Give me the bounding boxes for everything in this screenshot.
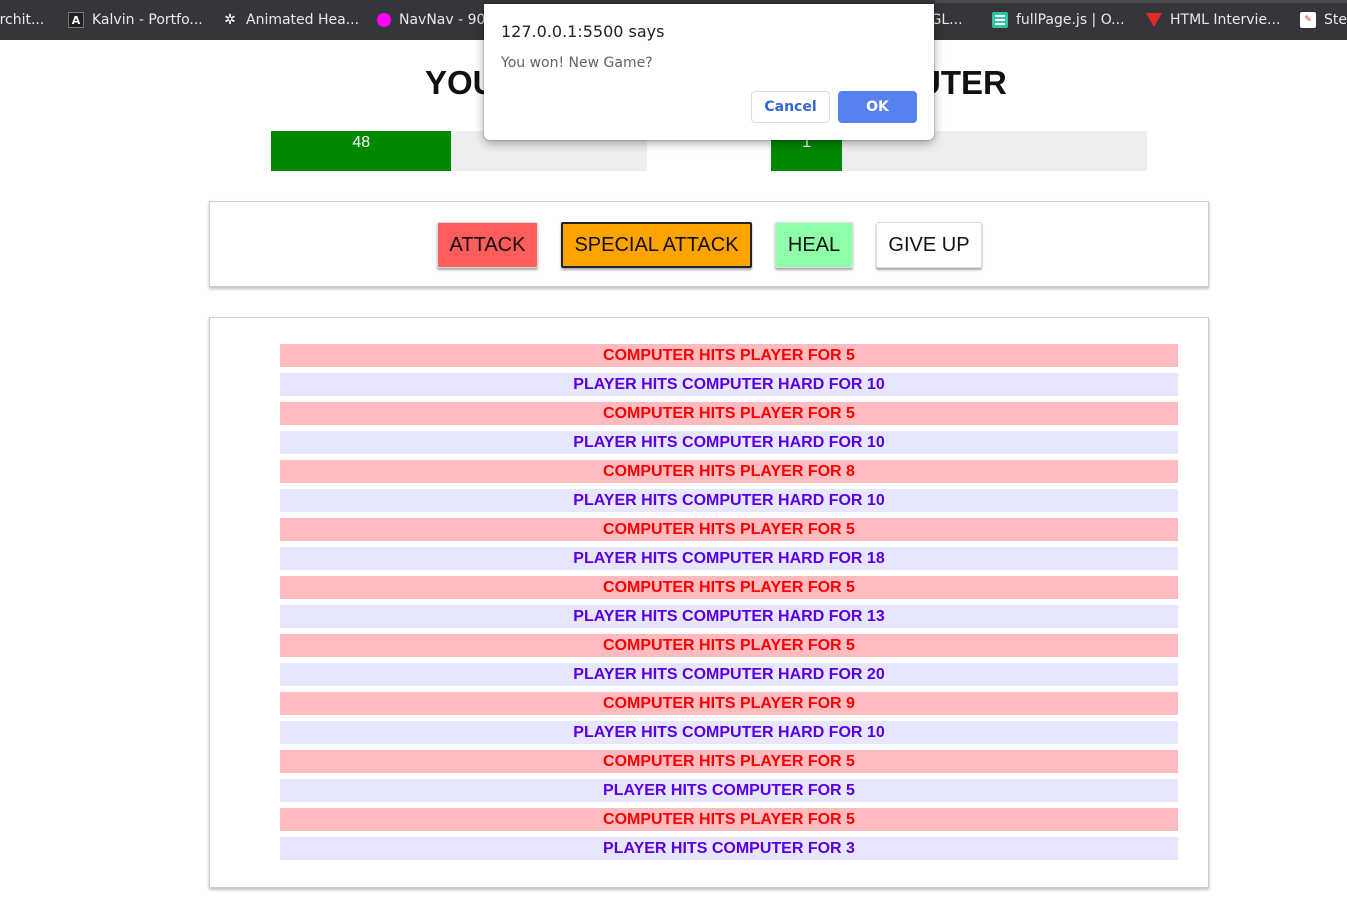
log-entry: COMPUTER HITS PLAYER FOR 8 (280, 460, 1178, 483)
attack-button[interactable]: ATTACK (437, 222, 538, 268)
log-entry: COMPUTER HITS PLAYER FOR 5 (280, 576, 1178, 599)
bookmark-label: HTML Intervie... (1170, 12, 1281, 28)
log-entry: COMPUTER HITS PLAYER FOR 5 (280, 634, 1178, 657)
battle-log-list: COMPUTER HITS PLAYER FOR 5 PLAYER HITS CO… (280, 344, 1178, 866)
bookmark-label: Ste (1324, 12, 1347, 28)
heal-button[interactable]: HEAL (775, 222, 853, 268)
dialog-ok-button[interactable]: OK (838, 91, 917, 123)
log-entry: PLAYER HITS COMPUTER HARD FOR 10 (280, 373, 1178, 396)
bookmark-animated-headers[interactable]: ✲ Animated Hea... (222, 0, 359, 40)
log-entry: PLAYER HITS COMPUTER HARD FOR 10 (280, 431, 1178, 454)
log-entry: PLAYER HITS COMPUTER FOR 3 (280, 837, 1178, 860)
give-up-button[interactable]: GIVE UP (876, 222, 982, 268)
bookmark-ste[interactable]: ✎ Ste (1300, 0, 1347, 40)
bookmark-fullpage[interactable]: fullPage.js | O... (992, 0, 1125, 40)
bookmark-label: Archit... (0, 12, 45, 28)
fullpage-logo-icon (992, 12, 1008, 28)
red-triangle-icon (1146, 13, 1162, 27)
dialog-message: You won! New Game? (501, 55, 653, 71)
special-attack-button[interactable]: SPECIAL ATTACK (561, 222, 752, 268)
bookmark-label: Animated Hea... (246, 12, 360, 28)
controls-panel: ATTACK SPECIAL ATTACK HEAL GIVE UP (209, 201, 1209, 287)
magenta-dot-icon (377, 13, 391, 27)
log-entry: PLAYER HITS COMPUTER HARD FOR 20 (280, 663, 1178, 686)
player-health-fill: 48 (271, 131, 452, 171)
battle-log-panel: COMPUTER HITS PLAYER FOR 5 PLAYER HITS CO… (209, 317, 1209, 888)
log-entry: COMPUTER HITS PLAYER FOR 5 (280, 518, 1178, 541)
log-entry: COMPUTER HITS PLAYER FOR 5 (280, 402, 1178, 425)
log-entry: COMPUTER HITS PLAYER FOR 5 (280, 750, 1178, 773)
alert-dialog: 127.0.0.1:5500 says You won! New Game? C… (484, 4, 934, 140)
dialog-cancel-button[interactable]: Cancel (751, 91, 830, 123)
bookmark-label: fullPage.js | O... (1016, 12, 1125, 28)
bookmark-kalvin-portfolio[interactable]: A Kalvin - Portfo... (68, 0, 203, 40)
bookmark-html-interview[interactable]: HTML Intervie... (1146, 0, 1280, 40)
site-favicon-icon: ✎ (1300, 12, 1316, 28)
log-entry: COMPUTER HITS PLAYER FOR 5 (280, 344, 1178, 367)
bookmark-label: Kalvin - Portfo... (92, 12, 203, 28)
bookmark-archit[interactable]: Archit... (0, 0, 44, 40)
log-entry: PLAYER HITS COMPUTER HARD FOR 10 (280, 489, 1178, 512)
log-entry: PLAYER HITS COMPUTER HARD FOR 13 (280, 605, 1178, 628)
log-entry: PLAYER HITS COMPUTER HARD FOR 10 (280, 721, 1178, 744)
dialog-title: 127.0.0.1:5500 says (501, 22, 665, 41)
log-entry: PLAYER HITS COMPUTER FOR 5 (280, 779, 1178, 802)
log-entry: PLAYER HITS COMPUTER HARD FOR 18 (280, 547, 1178, 570)
angular-logo-icon: A (68, 12, 84, 28)
log-entry: COMPUTER HITS PLAYER FOR 5 (280, 808, 1178, 831)
log-entry: COMPUTER HITS PLAYER FOR 9 (280, 692, 1178, 715)
gear-icon: ✲ (224, 12, 236, 28)
